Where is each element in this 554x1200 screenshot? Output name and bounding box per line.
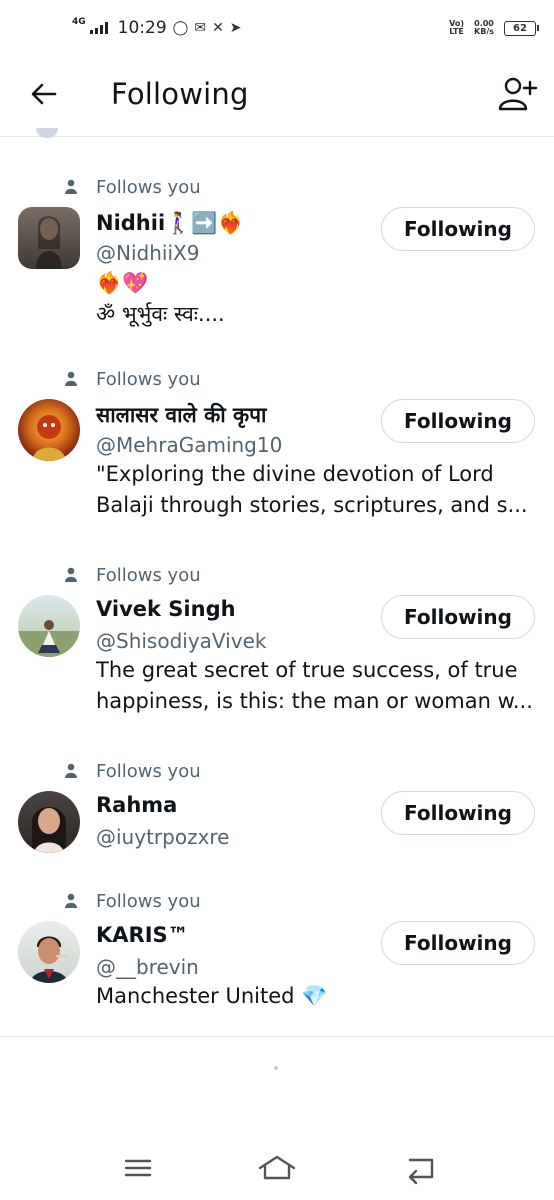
user-name[interactable]: KARIS™ — [96, 923, 189, 947]
page-title: Following — [111, 77, 249, 111]
signal-icon — [89, 22, 108, 34]
follows-you-label: Follows you — [96, 177, 201, 198]
user-bio: "Exploring the divine devotion of Lord B… — [96, 462, 528, 517]
following-button[interactable]: Following — [381, 207, 535, 251]
following-button[interactable]: Following — [381, 399, 535, 443]
user-handle[interactable]: @iuytrpozxre — [96, 825, 230, 849]
list-item[interactable]: Follows you Nidhii🚶‍♀️➡️❤️‍🔥 @NidhiiX9 ❤… — [0, 137, 554, 329]
following-button[interactable]: Following — [381, 791, 535, 835]
system-navigation-bar — [0, 1140, 554, 1200]
back-arrow-icon[interactable] — [28, 78, 60, 110]
top-app-bar: Following — [0, 58, 554, 137]
follows-you-label: Follows you — [96, 891, 201, 912]
user-handle[interactable]: @MehraGaming10 — [96, 433, 282, 457]
back-icon[interactable] — [400, 1150, 440, 1186]
follows-you-label: Follows you — [96, 761, 201, 782]
avatar[interactable] — [18, 207, 80, 269]
person-icon — [65, 567, 77, 582]
list-item[interactable]: Follows you Rahma @iuytrpozxre Following — [0, 721, 554, 853]
mail-icon: ✉ — [194, 20, 207, 36]
user-bio: The great secret of true success, of tru… — [96, 658, 533, 713]
follows-you-row: Follows you — [64, 761, 201, 782]
network-type: 4G — [72, 17, 86, 27]
follows-you-row: Follows you — [64, 177, 201, 198]
menu-icon[interactable] — [118, 1150, 158, 1186]
user-name[interactable]: Nidhii🚶‍♀️➡️❤️‍🔥 — [96, 211, 244, 236]
follows-you-label: Follows you — [96, 565, 201, 586]
status-bar: 4G 10:29 ◯ ✉ ✕ ➤ Vo) LTE 0.00 KB/s 62 — [0, 0, 554, 58]
following-button[interactable]: Following — [381, 921, 535, 965]
follows-you-row: Follows you — [64, 891, 201, 912]
user-name[interactable]: Rahma — [96, 793, 177, 817]
clock: 10:29 — [117, 18, 167, 38]
person-icon — [65, 371, 77, 386]
avatar[interactable] — [18, 791, 80, 853]
user-name[interactable]: सालासर वाले की कृपा — [96, 401, 266, 429]
home-icon[interactable] — [257, 1150, 297, 1186]
whatsapp-icon: ◯ — [172, 20, 189, 36]
user-name[interactable]: Vivek Singh — [96, 597, 236, 621]
following-button[interactable]: Following — [381, 595, 535, 639]
person-icon — [65, 893, 77, 908]
user-bio: ❤️‍🔥💖 ॐ भूर्भुवः स्वः.... — [96, 271, 225, 326]
user-handle[interactable]: @NidhiiX9 — [96, 241, 199, 265]
carrier-indicator: Vo) LTE — [449, 19, 465, 36]
loading-indicator — [274, 1066, 278, 1070]
person-icon — [65, 179, 77, 194]
user-bio: Manchester United 💎 — [96, 984, 328, 1008]
telegram-icon: ➤ — [229, 20, 242, 36]
network-speed: 0.00 KB/s — [474, 19, 494, 36]
user-handle[interactable]: @ShisodiyaVivek — [96, 629, 266, 653]
avatar[interactable] — [18, 921, 80, 983]
avatar[interactable] — [18, 399, 80, 461]
avatar[interactable] — [18, 595, 80, 657]
user-handle[interactable]: @__brevin — [96, 955, 199, 979]
x-logo-icon: ✕ — [212, 20, 224, 36]
list-item[interactable]: Follows you KARIS™ @__brevin Manchester … — [0, 851, 554, 1011]
list-item[interactable]: Follows you Vivek Singh @ShisodiyaVivek … — [0, 525, 554, 721]
battery-icon: 62 — [504, 20, 539, 36]
list-item[interactable]: Follows you सालासर वाले की कृपा @MehraGa… — [0, 329, 554, 525]
list-end-divider — [0, 1036, 554, 1037]
person-icon — [65, 763, 77, 778]
follows-you-row: Follows you — [64, 565, 201, 586]
follows-you-row: Follows you — [64, 369, 201, 390]
following-list: Follows you Nidhii🚶‍♀️➡️❤️‍🔥 @NidhiiX9 ❤… — [0, 137, 554, 1011]
follows-you-label: Follows you — [96, 369, 201, 390]
add-user-icon[interactable] — [498, 76, 538, 112]
